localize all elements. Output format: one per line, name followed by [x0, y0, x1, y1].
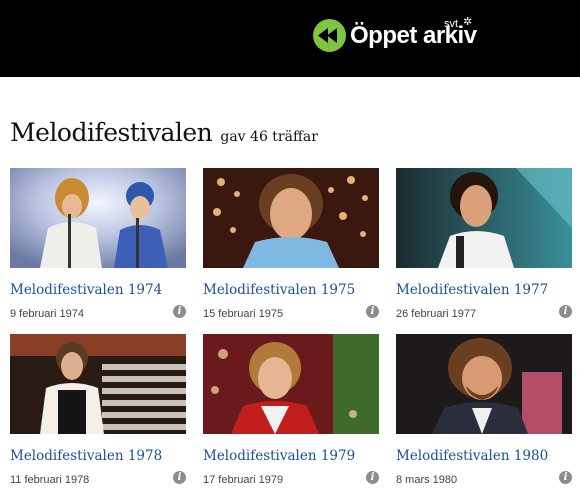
info-icon[interactable]: i — [173, 305, 186, 318]
broadcast-date: 26 februari 1977 — [396, 308, 477, 320]
episode-title-link[interactable]: Melodifestivalen 1978 — [10, 448, 162, 464]
episode-thumbnail[interactable] — [203, 168, 379, 268]
episode-thumbnail[interactable] — [396, 168, 572, 268]
episode-thumbnail[interactable] — [10, 168, 186, 268]
info-icon[interactable]: i — [559, 471, 572, 484]
result-card[interactable]: Melodifestivalen 1974 9 februari 1974 i — [10, 168, 186, 328]
episode-title-link[interactable]: Melodifestivalen 1979 — [203, 448, 355, 464]
broadcast-date: 11 februari 1978 — [10, 474, 90, 486]
episode-title-link[interactable]: Melodifestivalen 1977 — [396, 282, 548, 298]
info-icon[interactable]: i — [173, 471, 186, 484]
result-card[interactable]: Melodifestivalen 1979 17 februari 1979 i — [203, 334, 379, 494]
broadcast-date: 17 februari 1979 — [203, 474, 284, 486]
info-icon[interactable]: i — [366, 471, 379, 484]
result-card[interactable]: Melodifestivalen 1975 15 februari 1975 i — [203, 168, 379, 328]
info-icon[interactable]: i — [559, 305, 572, 318]
episode-title-link[interactable]: Melodifestivalen 1975 — [203, 282, 355, 298]
broadcast-date: 8 mars 1980 — [396, 474, 458, 486]
result-card[interactable]: Melodifestivalen 1980 8 mars 1980 i — [396, 334, 572, 494]
search-query: Melodifestivalen — [10, 118, 213, 147]
episode-thumbnail[interactable] — [396, 334, 572, 434]
star-icon: ✲ — [463, 15, 473, 28]
rewind-icon — [313, 19, 346, 52]
broadcast-date: 15 februari 1975 — [203, 308, 284, 320]
episode-title-link[interactable]: Melodifestivalen 1974 — [10, 282, 162, 298]
episode-thumbnail[interactable] — [10, 334, 186, 434]
result-card[interactable]: Melodifestivalen 1978 11 februari 1978 i — [10, 334, 186, 494]
broadcast-date: 9 februari 1974 — [10, 308, 84, 320]
episode-thumbnail[interactable] — [203, 334, 379, 434]
result-card[interactable]: Melodifestivalen 1977 26 februari 1977 i — [396, 168, 572, 328]
results-heading: Melodifestivalen gav 46 träffar — [10, 118, 318, 147]
logo-badge: svt — [444, 18, 459, 30]
episode-title-link[interactable]: Melodifestivalen 1980 — [396, 448, 548, 464]
site-header: Öppet arkiv svt ✲ — [0, 0, 580, 77]
info-icon[interactable]: i — [366, 305, 379, 318]
result-count: gav 46 träffar — [220, 129, 318, 145]
